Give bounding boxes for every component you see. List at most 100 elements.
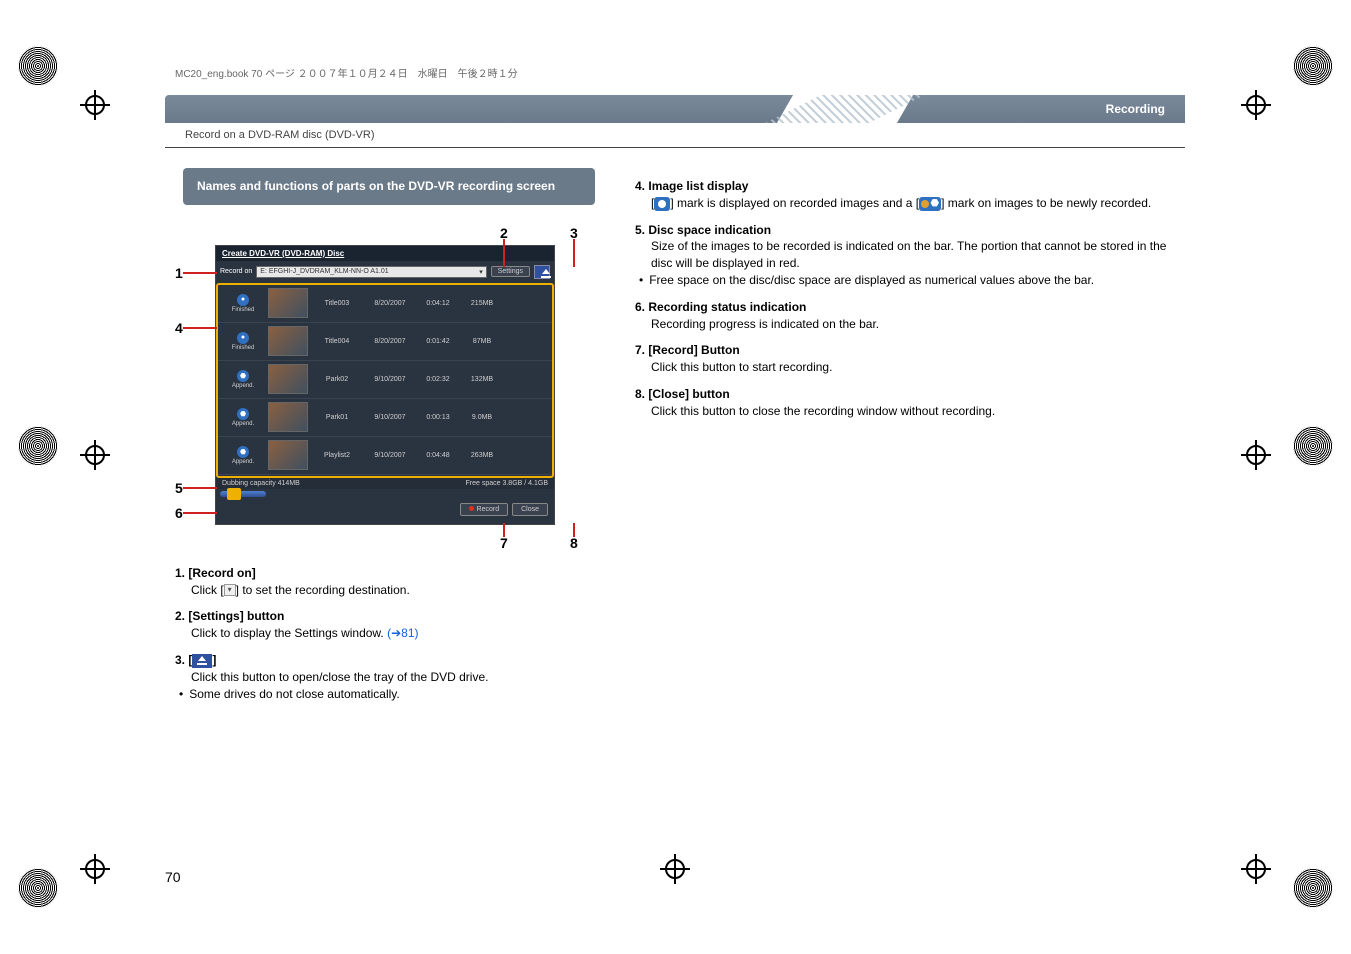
image-list: ●Finished Title003 8/20/2007 0:04:12 215…	[216, 283, 554, 478]
list-item[interactable]: ⬣Append. Park01 9/10/2007 0:00:13 9.0MB	[218, 399, 552, 437]
eject-icon	[192, 654, 212, 668]
item-title: [Record] Button	[648, 343, 739, 357]
registration-mark	[18, 868, 58, 908]
thumbnail	[268, 364, 308, 394]
date-cell: 9/10/2007	[366, 414, 414, 421]
thumbnail	[268, 402, 308, 432]
page-number: 70	[165, 869, 181, 885]
leader	[183, 512, 217, 514]
leader	[573, 523, 575, 537]
crop-mark	[1241, 854, 1271, 884]
size-cell: 132MB	[462, 376, 502, 383]
eject-button[interactable]	[534, 265, 550, 279]
thumbnail	[268, 326, 308, 356]
date-cell: 9/10/2007	[366, 452, 414, 459]
registration-mark	[18, 46, 58, 86]
crop-mark	[80, 854, 110, 884]
dubbing-capacity: Dubbing capacity 414MB	[222, 480, 300, 487]
dropdown-icon: ▾	[224, 584, 236, 596]
item-title: Recording status indication	[648, 300, 806, 314]
annotated-screenshot: 1 2 3 4 5 6 7 8 Create DVD-VR (DV	[175, 225, 595, 555]
record-button[interactable]: Record	[460, 503, 509, 516]
item-title: [Settings] button	[188, 609, 284, 623]
item-number: 4.	[635, 179, 645, 193]
item-number: 2.	[175, 609, 185, 623]
item-bullet: Some drives do not close automatically.	[175, 686, 595, 703]
item-title: [Record on]	[188, 566, 255, 580]
recorded-icon: ●	[237, 294, 249, 306]
duration-cell: 0:01:42	[418, 338, 458, 345]
list-item[interactable]: ●Finished Title004 8/20/2007 0:01:42 87M…	[218, 323, 552, 361]
status-cell: ●Finished	[222, 294, 264, 313]
append-icon: ⬣	[237, 370, 249, 382]
title-cell: Title003	[312, 300, 362, 307]
close-button[interactable]: Close	[512, 503, 548, 516]
item-number: 7.	[635, 343, 645, 357]
leader	[183, 272, 217, 274]
eject-icon	[536, 267, 548, 277]
item-number: 1.	[175, 566, 185, 580]
duration-cell: 0:02:32	[418, 376, 458, 383]
breadcrumb: Record on a DVD-RAM disc (DVD-VR)	[165, 123, 1185, 148]
disc-space-bar	[220, 489, 550, 499]
registration-mark	[1293, 868, 1333, 908]
section-tab-row: Recording	[165, 95, 1185, 123]
desc-record-on: 1. [Record on] Click [▾] to set the reco…	[175, 565, 595, 599]
leader	[503, 523, 505, 537]
item-title: Disc space indication	[648, 223, 771, 237]
item-title: [Close] button	[648, 387, 729, 401]
duration-cell: 0:04:12	[418, 300, 458, 307]
duration-cell: 0:00:13	[418, 414, 458, 421]
desc-record-button: 7. [Record] Button Click this button to …	[635, 342, 1175, 376]
free-space: Free space 3.8GB / 4.1GB	[466, 480, 549, 487]
leader	[573, 239, 575, 267]
date-cell: 9/10/2007	[366, 376, 414, 383]
crop-mark	[1241, 440, 1271, 470]
size-cell: 215MB	[462, 300, 502, 307]
list-item[interactable]: ●Finished Title003 8/20/2007 0:04:12 215…	[218, 285, 552, 323]
crop-mark	[1241, 90, 1271, 120]
crop-mark	[80, 440, 110, 470]
crop-mark	[660, 854, 690, 884]
item-title: Image list display	[648, 179, 748, 193]
record-dot-icon	[469, 506, 474, 511]
bottom-buttons: Record Close	[216, 499, 554, 520]
duration-cell: 0:04:48	[418, 452, 458, 459]
item-body: Click this button to close the recording…	[635, 403, 1175, 420]
append-icon: ⬣	[237, 446, 249, 458]
source-header: MC20_eng.book 70 ページ ２００７年１０月２４日 水曜日 午後２…	[165, 65, 1185, 80]
append-mark-icon	[919, 197, 941, 211]
status-cell: ⬣Append.	[222, 370, 264, 389]
drive-dropdown[interactable]: E: EFGHI-J_DVDRAM_KLM-NN-O A1.01 ▾	[256, 266, 486, 278]
section-tab-label: Recording	[1106, 102, 1165, 116]
list-item[interactable]: ⬣Append. Playlist2 9/10/2007 0:04:48 263…	[218, 437, 552, 475]
size-cell: 9.0MB	[462, 414, 502, 421]
item-number: 5.	[635, 223, 645, 237]
item-number: 3.	[175, 653, 185, 667]
list-item[interactable]: ⬣Append. Park02 9/10/2007 0:02:32 132MB	[218, 361, 552, 399]
desc-disc-space: 5. Disc space indication Size of the ima…	[635, 222, 1175, 289]
callout-title: Names and functions of parts on the DVD-…	[183, 168, 595, 205]
registration-mark	[18, 426, 58, 466]
left-column: Names and functions of parts on the DVD-…	[165, 168, 595, 710]
desc-recording-status: 6. Recording status indication Recording…	[635, 299, 1175, 333]
crop-mark	[80, 90, 110, 120]
callout-8: 8	[570, 535, 578, 551]
registration-mark	[1293, 46, 1333, 86]
desc-settings: 2. [Settings] button Click to display th…	[175, 608, 595, 642]
callout-5: 5	[175, 480, 183, 496]
page: MC20_eng.book 70 ページ ２００７年１０月２４日 水曜日 午後２…	[165, 65, 1185, 845]
settings-button[interactable]: Settings	[491, 266, 530, 277]
date-cell: 8/20/2007	[366, 300, 414, 307]
item-title: []	[188, 653, 216, 667]
thumbnail	[268, 440, 308, 470]
item-body: Click [▾] to set the recording destinati…	[175, 582, 595, 599]
status-cell: ●Finished	[222, 332, 264, 351]
content: Names and functions of parts on the DVD-…	[165, 148, 1185, 710]
page-link[interactable]: (➔81)	[387, 626, 418, 640]
desc-image-list: 4. Image list display [] mark is display…	[635, 178, 1175, 212]
item-body: Click this button to open/close the tray…	[175, 669, 595, 686]
right-column: 4. Image list display [] mark is display…	[635, 168, 1185, 710]
item-body: [] mark is displayed on recorded images …	[635, 195, 1175, 212]
title-cell: Park01	[312, 414, 362, 421]
